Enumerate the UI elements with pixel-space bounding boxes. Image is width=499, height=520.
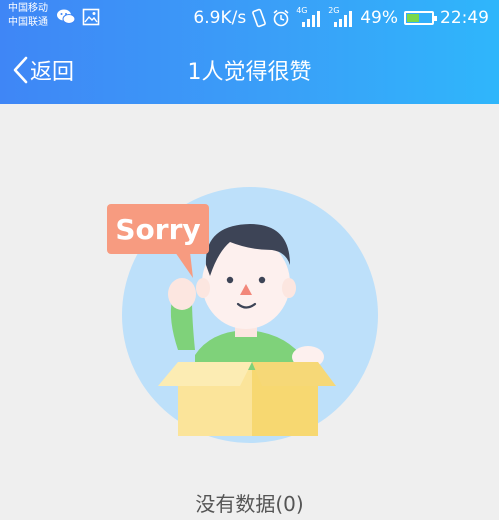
wechat-icon: [57, 9, 76, 24]
carrier-2: 中国联通: [8, 17, 48, 28]
header: 中国移动 中国联通 6.9K/s 4G 2G 49% 22:49 返回 1人觉得…: [0, 0, 499, 104]
status-bar: 中国移动 中国联通 6.9K/s 4G 2G 49% 22:49: [0, 0, 499, 36]
nav-bar: 返回 1人觉得很赞: [0, 40, 499, 100]
vibrate-icon: [252, 8, 267, 28]
signal-4g: 4G: [296, 6, 322, 28]
sorry-text: Sorry: [115, 213, 200, 246]
battery-icon: [404, 11, 437, 25]
status-right: 6.9K/s 4G 2G 49% 22:49: [193, 6, 489, 29]
illustration-hand: [168, 278, 196, 310]
battery-percent: 49%: [360, 8, 398, 28]
net-speed: 6.9K/s: [193, 8, 247, 28]
carrier-1: 中国移动: [8, 3, 48, 14]
empty-illustration: Sorry: [100, 180, 400, 454]
carrier-info: 中国移动 中国联通: [8, 2, 48, 30]
page-title: 1人觉得很赞: [187, 60, 312, 85]
clock: 22:49: [440, 8, 489, 28]
empty-state-text: 没有数据(0): [195, 492, 304, 516]
signal-icon: [334, 11, 353, 27]
signal-2g: 2G: [328, 6, 354, 28]
image-icon: [82, 8, 100, 26]
signal-icon: [302, 11, 321, 27]
alarm-icon: [273, 9, 289, 27]
